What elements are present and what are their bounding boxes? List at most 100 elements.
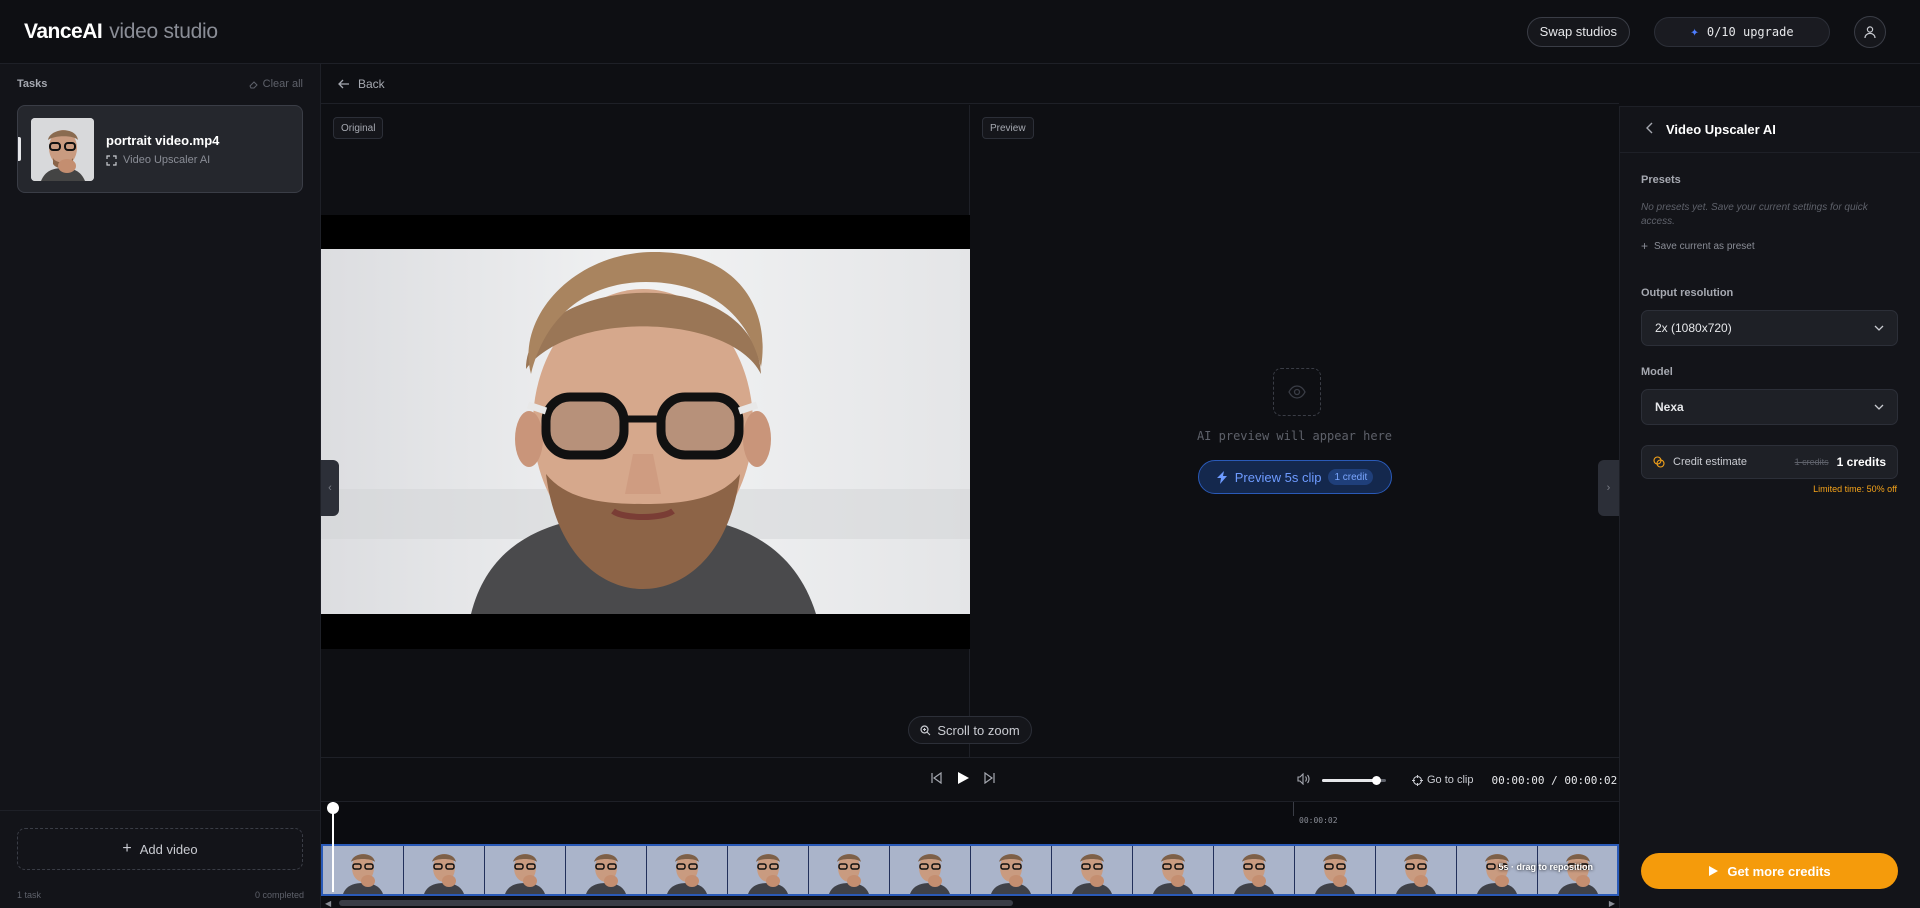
- scrollbar-thumb[interactable]: [339, 900, 1013, 906]
- limited-time-offer: Limited time: 50% off: [1813, 484, 1897, 494]
- filmstrip-frame: [647, 846, 728, 894]
- skip-forward-icon: [984, 771, 995, 785]
- collapse-left-handle[interactable]: ‹: [321, 460, 339, 516]
- plus-icon: +: [122, 840, 132, 857]
- coins-icon: [1653, 456, 1665, 468]
- credit-discounted-price: 1 credits: [1836, 455, 1886, 469]
- sidebar-footer: + Add video 1 task 0 completed: [0, 810, 321, 908]
- volume-slider[interactable]: [1322, 775, 1386, 785]
- model-value: Nexa: [1655, 400, 1684, 414]
- filmstrip-drag-label: 5s · drag to reposition: [1498, 862, 1593, 872]
- filmstrip-frame: [971, 846, 1052, 894]
- preview-hint: AI preview will appear here: [1196, 429, 1393, 443]
- task-filename: portrait video.mp4: [106, 133, 220, 148]
- tasks-header: Tasks Clear all: [0, 64, 320, 104]
- panel-title: Video Upscaler AI: [1666, 122, 1776, 137]
- filmstrip-frame: [890, 846, 971, 894]
- playback-right-controls: Go to clip 00:00:00 / 00:00:02: [1297, 758, 1617, 802]
- clear-all-label: Clear all: [262, 78, 303, 90]
- resolution-label: Output resolution: [1641, 287, 1734, 299]
- original-video[interactable]: [321, 215, 970, 649]
- add-video-button[interactable]: + Add video: [17, 828, 303, 870]
- chevron-left-icon: ‹: [328, 482, 332, 494]
- preview-placeholder: [1273, 368, 1321, 416]
- filmstrip-frame: [1133, 846, 1214, 894]
- task-tool: Video Upscaler AI: [106, 154, 210, 166]
- timeline-ruler: 00:00:02: [321, 802, 1619, 832]
- mute-button[interactable]: [1297, 772, 1310, 788]
- user-avatar-button[interactable]: [1854, 15, 1886, 48]
- sparkle-icon: ✦: [1690, 23, 1699, 40]
- get-more-credits-button[interactable]: Get more credits: [1641, 853, 1898, 889]
- preview-clip-button[interactable]: Preview 5s clip 1 credit: [1198, 460, 1392, 494]
- save-preset-button[interactable]: + Save current as preset: [1641, 239, 1755, 253]
- timeline-scrollbar[interactable]: ◀ ▶: [321, 897, 1619, 908]
- play-icon: [958, 771, 969, 784]
- credit-estimate: Credit estimate 1 credits 1 credits: [1641, 445, 1898, 479]
- filmstrip-frame: [566, 846, 647, 894]
- volume-fill: [1322, 778, 1377, 782]
- get-more-credits-label: Get more credits: [1727, 863, 1831, 879]
- header-actions: Swap studios ✦ 0/10 upgrade: [1526, 15, 1896, 48]
- skip-back-icon: [931, 771, 942, 785]
- playback-controls: Go to clip 00:00:00 / 00:00:02: [321, 757, 1619, 801]
- go-to-clip-button[interactable]: Go to clip: [1412, 774, 1473, 786]
- clear-all-button[interactable]: Clear all: [249, 78, 303, 90]
- filmstrip-frame: [728, 846, 809, 894]
- play-icon: [1709, 866, 1719, 876]
- resolution-value: 2x (1080x720): [1655, 321, 1732, 335]
- volume-icon: [1297, 772, 1310, 785]
- playhead-line: [332, 802, 334, 892]
- skip-end-button[interactable]: [984, 771, 996, 789]
- completed-count: 0 completed: [254, 890, 304, 900]
- preview-clip-label: Preview 5s clip: [1234, 469, 1322, 485]
- filmstrip-frame: [485, 846, 566, 894]
- scroll-right-arrow[interactable]: ▶: [1609, 899, 1615, 908]
- back-label: Back: [358, 76, 385, 91]
- playhead-handle[interactable]: [327, 802, 339, 814]
- scroll-to-zoom-label: Scroll to zoom: [937, 722, 1020, 738]
- add-video-label: Add video: [139, 841, 198, 857]
- chevron-down-icon: [1874, 404, 1884, 410]
- filmstrip-frame: [1214, 846, 1295, 894]
- skip-start-button[interactable]: [930, 771, 942, 789]
- preview-credit-badge: 1 credit: [1328, 469, 1374, 485]
- workspace: Back Original Preview AI preview will ap…: [321, 64, 1619, 908]
- back-button[interactable]: Back: [338, 77, 385, 91]
- chevron-left-icon: [1646, 122, 1653, 133]
- timeline[interactable]: 00:00:02 5s · drag to reposition ◀ ▶: [321, 801, 1619, 908]
- go-to-clip-label: Go to clip: [1427, 774, 1474, 786]
- credit-estimate-label: Credit estimate: [1673, 456, 1747, 468]
- chevron-down-icon: [1874, 325, 1884, 331]
- original-tag: Original: [333, 117, 384, 139]
- task-thumbnail: [31, 118, 94, 181]
- play-button[interactable]: [956, 771, 970, 790]
- lightning-icon: [1216, 470, 1227, 484]
- collapse-right-handle[interactable]: ›: [1598, 460, 1619, 516]
- zoom-icon: [920, 724, 931, 735]
- ruler-label: 00:00:02: [1299, 816, 1338, 825]
- task-count: 1 task: [17, 890, 42, 900]
- volume-knob[interactable]: [1372, 775, 1382, 785]
- timecode: 00:00:00 / 00:00:02: [1491, 773, 1618, 787]
- credits-upgrade-label: 0/10 upgrade: [1706, 24, 1794, 39]
- brand-subtitle: video studio: [109, 19, 218, 43]
- brand-logo[interactable]: VanceAI: [24, 20, 103, 44]
- filmstrip-frame: [1295, 846, 1376, 894]
- eye-icon: [1288, 385, 1306, 399]
- scroll-left-arrow[interactable]: ◀: [325, 899, 331, 908]
- eraser-icon: [249, 81, 258, 89]
- credits-upgrade-button[interactable]: ✦ 0/10 upgrade: [1654, 16, 1830, 47]
- user-icon: [1864, 25, 1876, 38]
- filmstrip-frame: [404, 846, 485, 894]
- swap-studios-button[interactable]: Swap studios: [1526, 16, 1630, 47]
- model-select[interactable]: Nexa: [1641, 389, 1898, 425]
- presets-label: Presets: [1641, 174, 1681, 186]
- clip-selection-filmstrip[interactable]: 5s · drag to reposition: [321, 844, 1619, 896]
- arrow-left-icon: [338, 79, 349, 88]
- resolution-select[interactable]: 2x (1080x720): [1641, 310, 1898, 346]
- task-item[interactable]: portrait video.mp4 Video Upscaler AI: [17, 105, 303, 193]
- panel-back-button[interactable]: [1646, 121, 1654, 139]
- settings-panel: Video Upscaler AI Presets No presets yet…: [1619, 106, 1920, 908]
- top-header: VanceAI video studio Swap studios ✦ 0/10…: [0, 0, 1920, 64]
